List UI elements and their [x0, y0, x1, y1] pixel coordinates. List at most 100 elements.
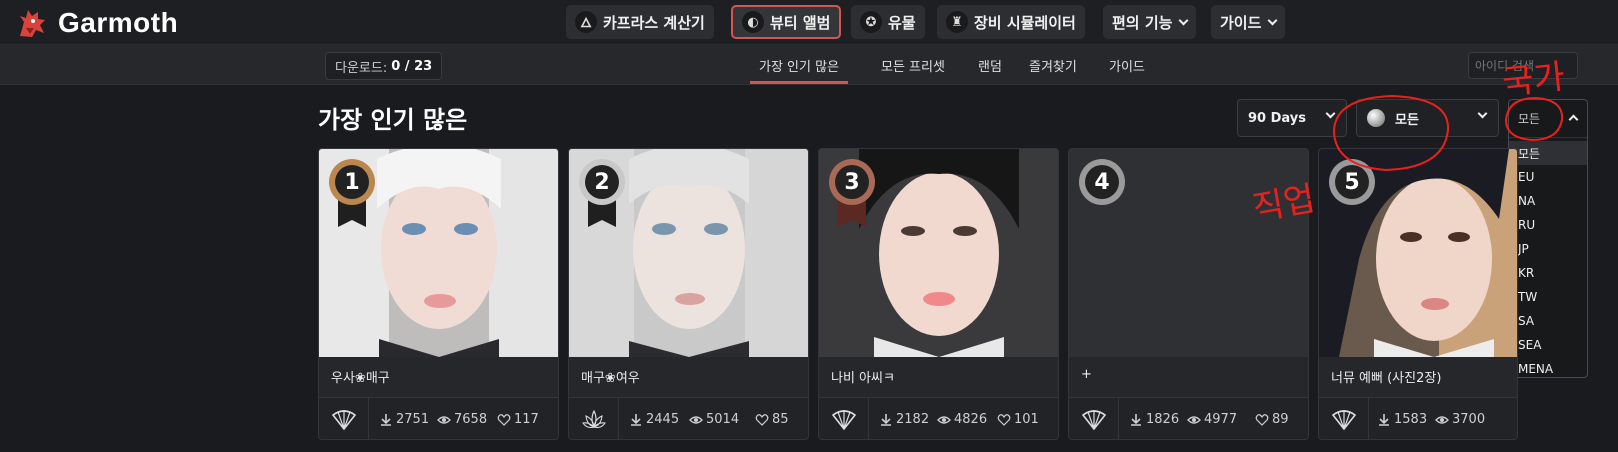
- brand-name: Garmoth: [58, 7, 179, 38]
- region-value: 모든: [1518, 112, 1541, 126]
- rank-medal: 2: [579, 159, 625, 205]
- tab-most-popular[interactable]: 가장 인기 많은: [750, 51, 849, 84]
- like-count: 85: [772, 412, 789, 427]
- fan-icon: [819, 398, 869, 439]
- fan-icon: [1319, 398, 1369, 439]
- like-count: 89: [1272, 412, 1289, 427]
- region-option[interactable]: MENA: [1509, 357, 1587, 381]
- tab-guide[interactable]: 가이드: [1100, 51, 1154, 79]
- preset-name: 나비 아씨ㅋ: [831, 371, 895, 386]
- region-options: 모든 EU NA RU JP KR TW SA SEA MENA: [1509, 138, 1587, 381]
- chevron-down-icon: [1267, 15, 1278, 25]
- nav-label: 편의 기능: [1112, 13, 1173, 32]
- preset-card[interactable]: 5 너뮤 예뻐 (사진2장) 1583 3700: [1318, 148, 1518, 440]
- region-option[interactable]: SA: [1509, 309, 1587, 333]
- preset-stats: 2751 7658 117: [319, 397, 558, 439]
- view-count: 7658: [454, 412, 488, 427]
- rank-medal: 4: [1079, 159, 1125, 205]
- mirror-icon: ◐: [742, 11, 764, 33]
- chevron-down-icon: [1477, 108, 1488, 119]
- download-count: 1583: [1394, 412, 1428, 427]
- preset-stats: 1826 4977 89: [1069, 397, 1308, 439]
- like-stat[interactable]: 85: [755, 412, 789, 427]
- download-stat: 1583: [1377, 412, 1427, 427]
- region-dropdown[interactable]: 모든 모든 EU NA RU JP KR TW SA SEA MENA: [1508, 99, 1588, 378]
- id-search-input[interactable]: [1468, 52, 1578, 79]
- chevron-down-icon: [1325, 108, 1336, 119]
- tab-random[interactable]: 랜덤: [969, 51, 1011, 79]
- lotus-icon: [569, 398, 619, 439]
- region-select[interactable]: 모든: [1509, 100, 1587, 138]
- region-option[interactable]: TW: [1509, 285, 1587, 309]
- tab-all-presets[interactable]: 모든 프리셋: [872, 51, 954, 79]
- preset-name: 매구❀여우: [581, 371, 640, 386]
- region-option[interactable]: RU: [1509, 213, 1587, 237]
- download-count: 1826: [1146, 412, 1180, 427]
- nav-kapras-calculator[interactable]: 🜂 카프라스 계산기: [566, 5, 714, 39]
- view-stat: 5014: [689, 412, 739, 427]
- nav-guide[interactable]: 가이드: [1211, 5, 1286, 39]
- fan-icon: [1069, 398, 1119, 439]
- eye-icon: [437, 415, 451, 424]
- page-title: 가장 인기 많은: [318, 106, 468, 134]
- download-icon: [631, 413, 641, 426]
- rank-number: 4: [1085, 165, 1119, 199]
- view-count: 5014: [706, 412, 740, 427]
- eye-icon: [1435, 415, 1449, 424]
- region-option[interactable]: JP: [1509, 237, 1587, 261]
- region-option[interactable]: SEA: [1509, 333, 1587, 357]
- like-count: 101: [1014, 412, 1039, 427]
- relic-icon: ✪: [860, 11, 882, 33]
- preset-card[interactable]: 1 우사❀매구 2751 7658 117: [318, 148, 559, 440]
- preset-name: 우사❀매구: [331, 371, 390, 386]
- region-option[interactable]: EU: [1509, 165, 1587, 189]
- rank-number: 3: [835, 165, 869, 199]
- like-stat[interactable]: 117: [497, 412, 539, 427]
- nav-beauty-album[interactable]: ◐ 뷰티 앨범: [731, 5, 842, 39]
- class-select[interactable]: 모든: [1356, 99, 1499, 137]
- like-stat[interactable]: 101: [997, 412, 1039, 427]
- tab-favorites[interactable]: 즐겨찾기: [1020, 51, 1086, 79]
- class-orb-icon: [1367, 109, 1385, 127]
- nav-relics[interactable]: ✪ 유물: [851, 5, 925, 39]
- helmet-icon: ♜: [946, 11, 968, 33]
- nav-label: 카프라스 계산기: [603, 13, 705, 32]
- brand-logo[interactable]: Garmoth: [14, 6, 178, 40]
- download-counter: 다운로드: 0 / 23: [325, 52, 443, 80]
- nav-convenience[interactable]: 편의 기능: [1103, 5, 1197, 39]
- preset-stats: 2182 4826 101: [819, 397, 1058, 439]
- preset-card[interactable]: 4 + 1826 4977 89: [1068, 148, 1309, 440]
- class-value: 모든: [1395, 112, 1419, 128]
- view-count: 3700: [1452, 412, 1486, 427]
- preset-name: +: [1081, 367, 1092, 382]
- download-icon: [381, 413, 391, 426]
- region-option[interactable]: 모든: [1509, 141, 1587, 165]
- chevron-up-icon: [1568, 114, 1579, 125]
- preset-stats: 1583 3700: [1319, 397, 1517, 439]
- heart-icon: [755, 413, 769, 426]
- preset-card[interactable]: 2 매구❀여우 2445 5014 85: [568, 148, 809, 440]
- nav-gear-simulator[interactable]: ♜ 장비 시뮬레이터: [937, 5, 1085, 39]
- region-option[interactable]: NA: [1509, 189, 1587, 213]
- nav-label: 유물: [888, 13, 916, 32]
- preset-card[interactable]: 3 나비 아씨ㅋ 2182 4826 101: [818, 148, 1059, 440]
- heart-icon: [997, 413, 1011, 426]
- download-stat: 1826: [1129, 412, 1179, 427]
- period-select[interactable]: 90 Days: [1237, 99, 1347, 137]
- region-option[interactable]: KR: [1509, 261, 1587, 285]
- download-icon: [1379, 413, 1389, 426]
- download-icon: [1131, 413, 1141, 426]
- download-count: 0 / 23: [391, 58, 433, 74]
- like-stat[interactable]: 89: [1255, 412, 1289, 427]
- download-stat: 2751: [379, 412, 429, 427]
- rank-number: 1: [335, 165, 369, 199]
- download-stat: 2445: [629, 412, 679, 427]
- rank-number: 2: [585, 165, 619, 199]
- rank-number: 5: [1335, 165, 1369, 199]
- download-count: 2182: [896, 412, 930, 427]
- view-count: 4826: [954, 412, 988, 427]
- eye-icon: [1187, 415, 1201, 424]
- fan-icon: [319, 398, 369, 439]
- view-stat: 3700: [1435, 412, 1485, 427]
- nav-label: 장비 시뮬레이터: [974, 13, 1076, 32]
